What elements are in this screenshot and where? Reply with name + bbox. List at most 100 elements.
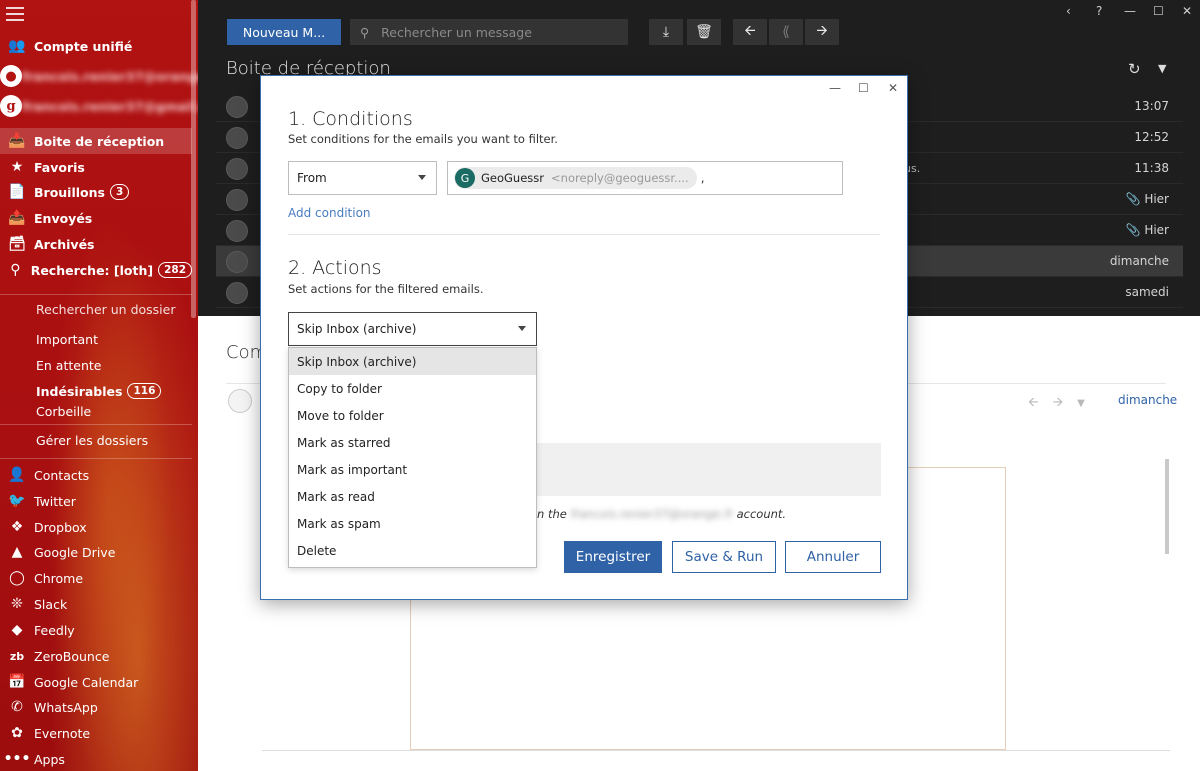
- close-icon[interactable]: ✕: [888, 81, 898, 95]
- chevron-down-icon[interactable]: ▼: [1158, 62, 1166, 75]
- actions-subtitle: Set actions for the filtered emails.: [288, 282, 484, 296]
- chevron-down-icon: [518, 326, 526, 331]
- sidebar-app-dropbox[interactable]: ❖ Dropbox: [0, 515, 192, 539]
- sidebar-app-contacts[interactable]: 👤 Contacts: [0, 463, 192, 487]
- sidebar-item-important[interactable]: Important: [0, 327, 192, 351]
- sidebar-app-zerobounce[interactable]: zb ZeroBounce: [0, 644, 192, 668]
- avatar: [226, 127, 248, 149]
- slack-icon: ❊: [11, 596, 23, 612]
- action-select[interactable]: Skip Inbox (archive): [288, 312, 537, 346]
- trash-icon: 🗑: [695, 24, 713, 40]
- sidebar-app-google-drive[interactable]: ▲ Google Drive: [0, 540, 192, 564]
- whatsapp-icon: ✆: [11, 699, 23, 715]
- cancel-button[interactable]: Annuler: [785, 541, 881, 573]
- maximize-icon[interactable]: ☐: [1153, 4, 1164, 18]
- forward-icon[interactable]: 🡪: [1053, 395, 1078, 410]
- sidebar-app-twitter[interactable]: 🐦 Twitter: [0, 489, 192, 513]
- zerobounce-icon: zb: [9, 649, 25, 663]
- action-option-skip-inbox[interactable]: Skip Inbox (archive): [289, 348, 536, 375]
- conditions-title: 1. Conditions: [288, 108, 413, 130]
- feedly-icon: ◆: [11, 622, 23, 638]
- action-option-mark-read[interactable]: Mark as read: [289, 483, 536, 510]
- sidebar-item-sent[interactable]: 📤 Envoyés: [0, 206, 192, 230]
- sidebar-item-account-gmail[interactable]: g francois.renier37@gmail.com: [0, 94, 198, 118]
- search-input[interactable]: ⚲ Rechercher un message: [350, 19, 628, 45]
- minimize-icon[interactable]: —: [829, 81, 841, 95]
- sidebar-app-whatsapp[interactable]: ✆ WhatsApp: [0, 695, 192, 719]
- sidebar-item-pending[interactable]: En attente: [0, 353, 192, 377]
- sidebar-app-evernote[interactable]: ✿ Evernote: [0, 721, 192, 745]
- sidebar-app-chrome[interactable]: ◯ Chrome: [0, 566, 192, 590]
- search-icon: ⚲: [360, 24, 370, 40]
- sidebar-item-account-orange[interactable]: ● francois.renier37@orange.fr: [0, 64, 198, 88]
- account-note: n the francois.renier37@orange.fr accoun…: [537, 507, 787, 521]
- search-folder-input[interactable]: Rechercher un dossier: [0, 297, 192, 321]
- attachment-icon: 📎: [1125, 223, 1141, 237]
- forward-icon: 🡪: [816, 23, 828, 39]
- action-option-mark-important[interactable]: Mark as important: [289, 456, 536, 483]
- contacts-icon: 👤: [8, 467, 26, 483]
- sidebar: 👥 Compte unifié ● francois.renier37@oran…: [0, 0, 198, 771]
- avatar: [226, 282, 248, 304]
- hamburger-menu-icon[interactable]: [6, 7, 24, 21]
- sender-chip[interactable]: G GeoGuessr <noreply@geoguessr....: [454, 167, 697, 189]
- new-message-button[interactable]: Nouveau M...: [227, 19, 341, 45]
- back-icon[interactable]: ‹: [1066, 4, 1071, 18]
- sender-avatar: G: [455, 168, 475, 188]
- action-option-mark-starred[interactable]: Mark as starred: [289, 429, 536, 456]
- sidebar-item-archive[interactable]: 🗃 Archivés: [0, 232, 192, 256]
- search-icon: ⚲: [10, 262, 21, 278]
- sidebar-item-search-loth[interactable]: ⚲ Recherche: [loth] 282: [0, 258, 192, 282]
- maximize-icon[interactable]: ☐: [858, 81, 869, 95]
- forward-button[interactable]: 🡪: [805, 19, 839, 45]
- save-button[interactable]: Enregistrer: [564, 541, 662, 573]
- actions-title: 2. Actions: [288, 257, 382, 279]
- sidebar-app-feedly[interactable]: ◆ Feedly: [0, 618, 192, 642]
- chevron-down-icon: [418, 175, 426, 180]
- sidebar-item-favorites[interactable]: ★ Favoris: [0, 155, 192, 179]
- reading-scrollbar[interactable]: [1165, 459, 1169, 554]
- archive-icon: 🗃: [8, 236, 26, 252]
- chrome-icon: ◯: [9, 570, 25, 586]
- avatar: [226, 96, 248, 118]
- action-option-copy-to-folder[interactable]: Copy to folder: [289, 375, 536, 402]
- close-window-icon[interactable]: ✕: [1182, 4, 1192, 18]
- reply-all-button[interactable]: ⟪: [769, 19, 803, 45]
- sidebar-app-google-calendar[interactable]: 📅 Google Calendar: [0, 670, 192, 694]
- search-count-badge: 282: [158, 262, 192, 278]
- sidebar-app-apps[interactable]: ••• Apps: [0, 747, 192, 771]
- download-button[interactable]: ⤓: [649, 19, 683, 45]
- condition-field-select[interactable]: From: [288, 161, 437, 195]
- chevron-down-icon[interactable]: ▼: [1077, 398, 1099, 409]
- action-option-delete[interactable]: Delete: [289, 537, 536, 564]
- spam-count-badge: 116: [127, 383, 162, 399]
- sidebar-item-spam[interactable]: Indésirables 116: [0, 379, 192, 403]
- sidebar-item-inbox[interactable]: 📥 Boite de réception: [0, 128, 192, 154]
- sidebar-app-slack[interactable]: ❊ Slack: [0, 592, 192, 616]
- save-and-run-button[interactable]: Save & Run: [672, 541, 776, 573]
- action-option-mark-spam[interactable]: Mark as spam: [289, 510, 536, 537]
- refresh-icon[interactable]: ↻: [1128, 60, 1141, 78]
- user-avatar-icon: ●: [0, 65, 22, 87]
- drafts-icon: 📄: [8, 184, 26, 200]
- sidebar-item-drafts[interactable]: 📄 Brouillons 3: [0, 180, 192, 204]
- reply-button[interactable]: 🡨: [733, 19, 767, 45]
- condition-value-input[interactable]: G GeoGuessr <noreply@geoguessr.... ,: [447, 161, 843, 195]
- sender-avatar: [228, 389, 252, 413]
- action-option-move-to-folder[interactable]: Move to folder: [289, 402, 536, 429]
- download-icon: ⤓: [662, 24, 670, 40]
- action-dropdown-list: Skip Inbox (archive) Copy to folder Move…: [288, 347, 537, 568]
- google-drive-icon: ▲: [11, 544, 23, 560]
- avatar: [226, 158, 248, 180]
- minimize-icon[interactable]: —: [1124, 4, 1136, 18]
- delete-button[interactable]: 🗑: [687, 19, 721, 45]
- help-icon[interactable]: ?: [1096, 4, 1102, 18]
- manage-folders-link[interactable]: Gérer les dossiers: [0, 428, 192, 452]
- reply-icon[interactable]: 🡨: [1028, 395, 1053, 410]
- star-icon: ★: [10, 159, 24, 175]
- add-condition-link[interactable]: Add condition: [288, 206, 371, 220]
- twitter-icon: 🐦: [8, 493, 26, 509]
- dropbox-icon: ❖: [10, 519, 24, 535]
- sidebar-item-trash[interactable]: Corbeille: [0, 404, 192, 418]
- sidebar-item-unified-account[interactable]: 👥 Compte unifié: [0, 34, 192, 58]
